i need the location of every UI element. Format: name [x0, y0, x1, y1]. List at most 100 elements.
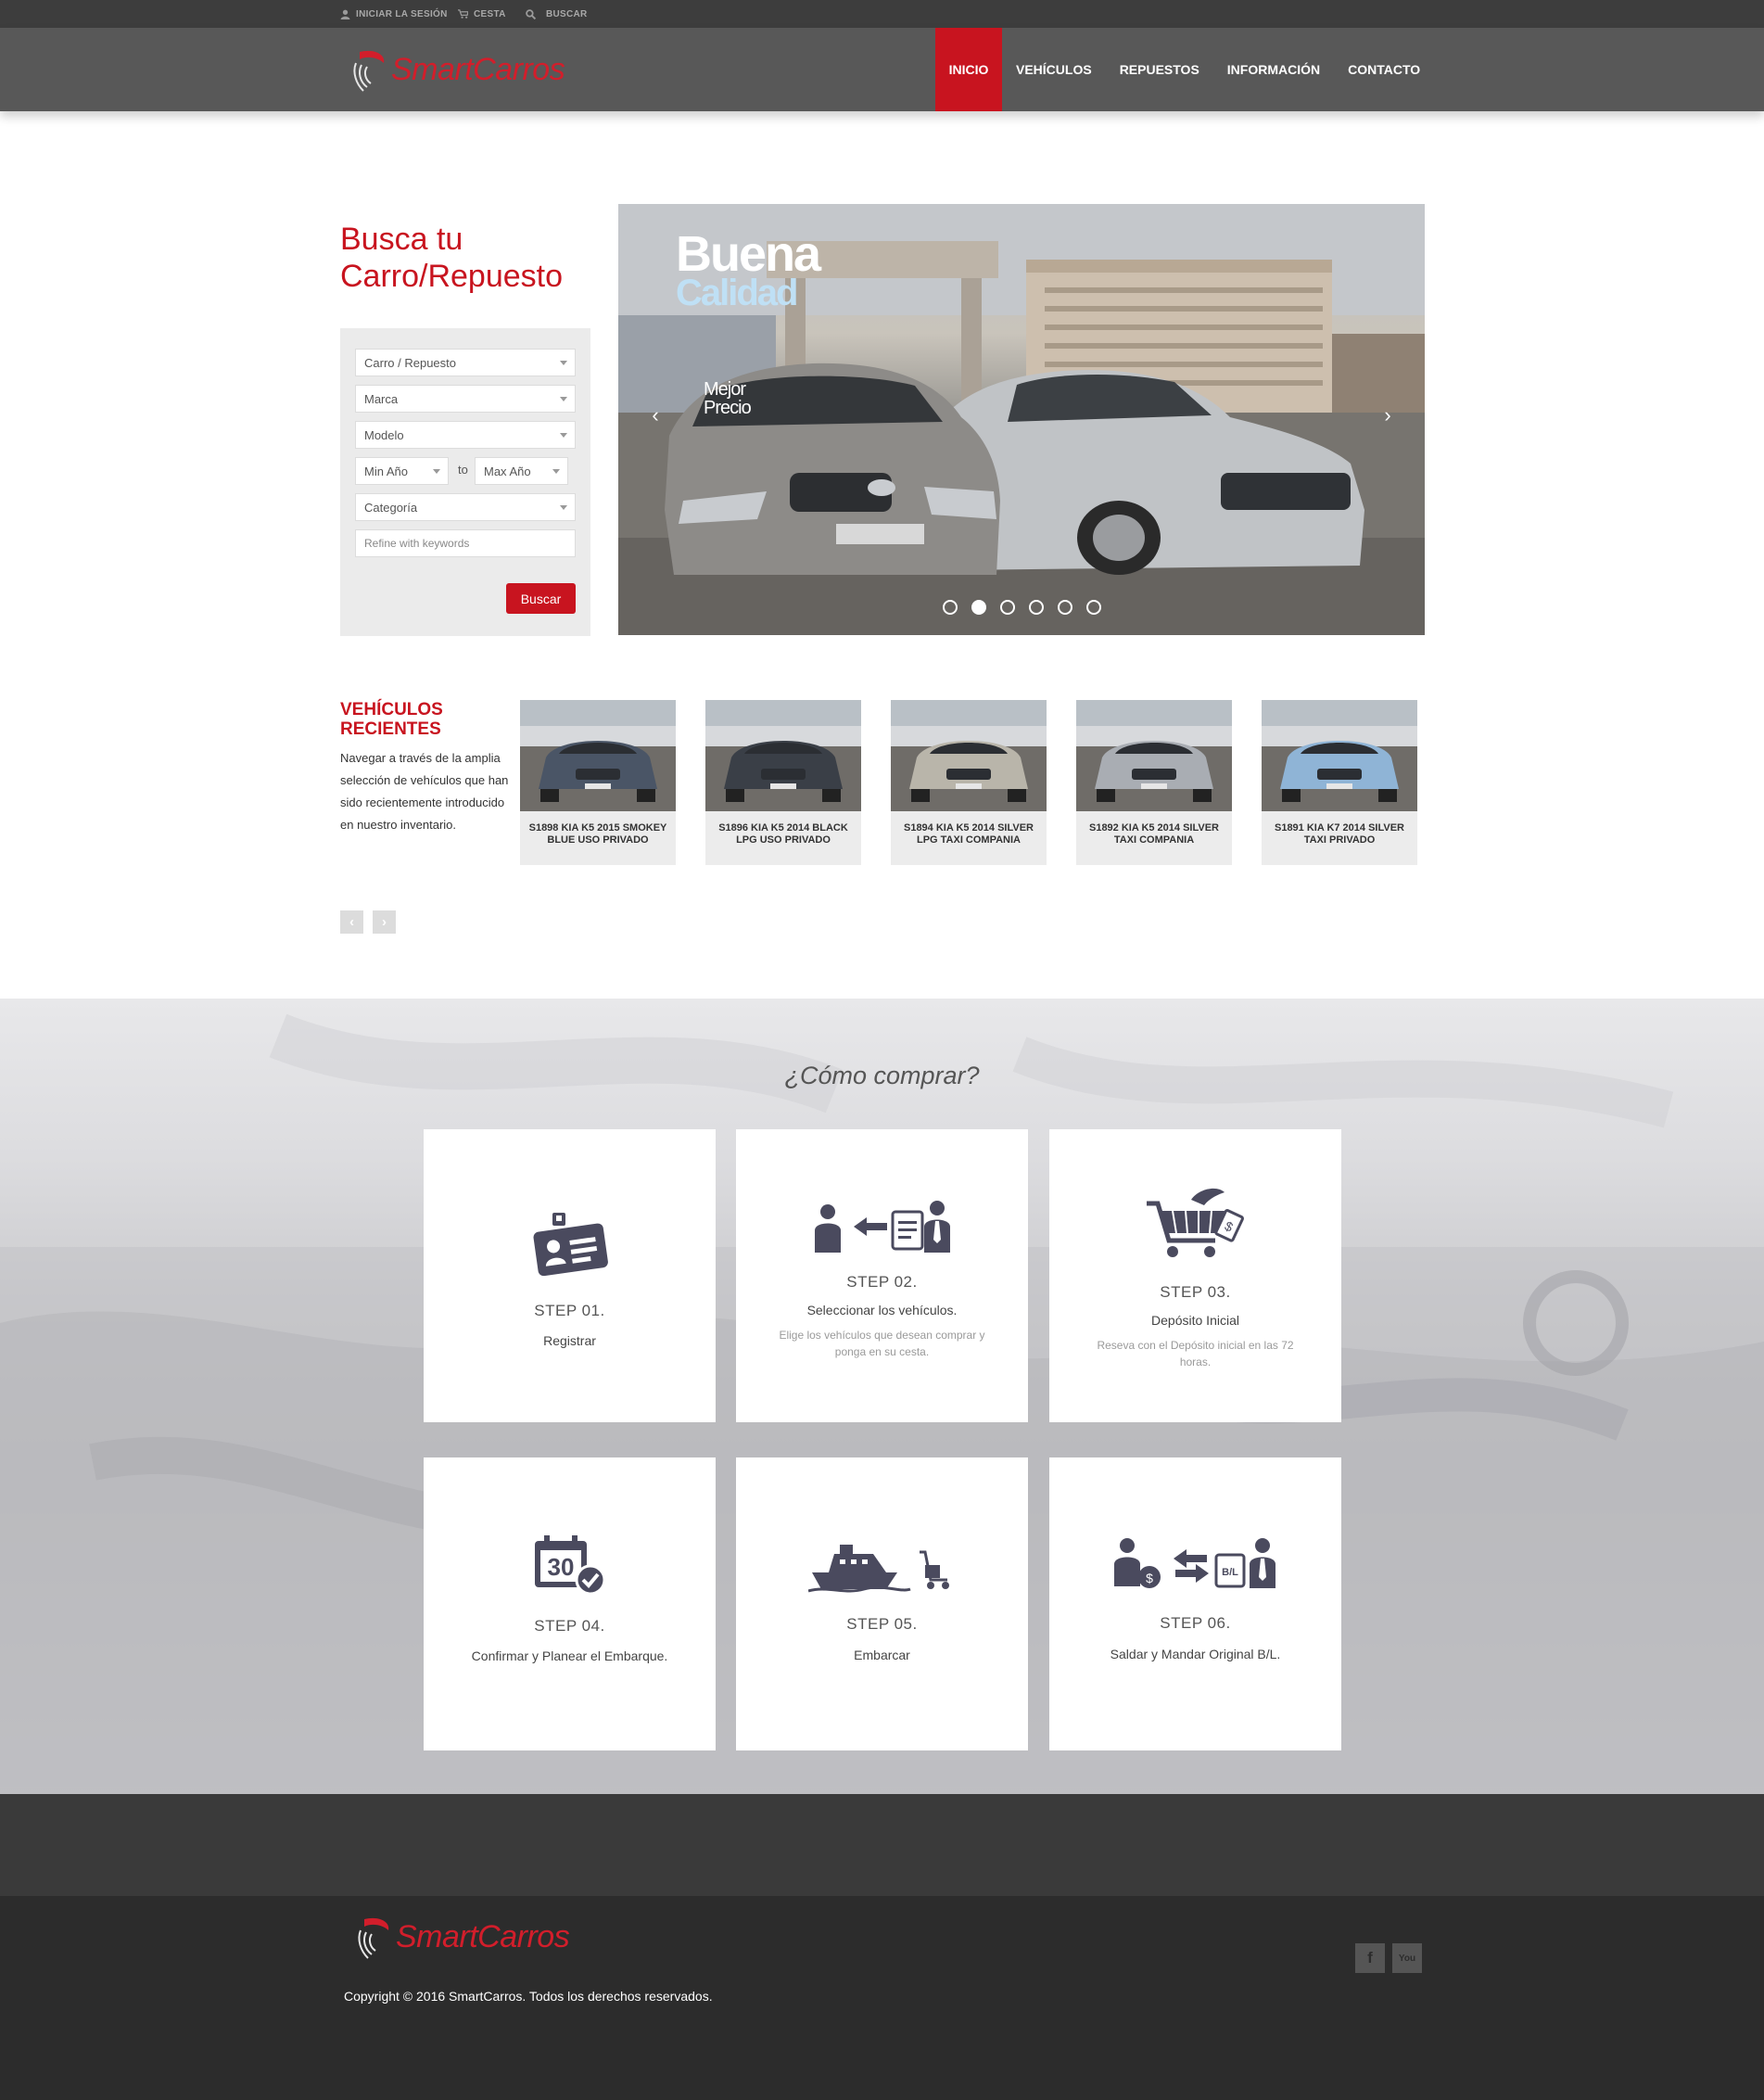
nav-inicio[interactable]: INICIO [935, 28, 1002, 111]
slider-dot[interactable] [1029, 600, 1044, 615]
cart-link[interactable]: CESTA [458, 0, 506, 28]
category-select[interactable]: Categoría [355, 493, 576, 521]
model-select[interactable]: Modelo [355, 421, 576, 449]
type-select-value: Carro / Repuesto [364, 355, 456, 370]
cart-icon [458, 8, 468, 19]
ship-icon [736, 1541, 1028, 1593]
slider-dot[interactable] [971, 600, 986, 615]
search-link[interactable]: BUSCAR [526, 0, 588, 28]
step-title: STEP 02. [846, 1273, 918, 1291]
slider-dot[interactable] [1086, 600, 1101, 615]
max-year-select[interactable]: Max Año [475, 457, 568, 485]
nav-contacto[interactable]: CONTACTO [1334, 28, 1434, 111]
logo-emblem-icon [353, 50, 385, 92]
step-note: Reseva con el Depósito inicial en las 72… [1097, 1339, 1294, 1368]
calendar-check-icon: 30 [424, 1534, 716, 1595]
facebook-glyph: f [1367, 1949, 1373, 1966]
slider-next-button[interactable]: › [1371, 399, 1404, 432]
step-subtitle: Seleccionar los vehículos. [806, 1303, 958, 1317]
search-submit-button[interactable]: Buscar [506, 583, 576, 614]
step-note: Elige los vehículos que desean comprar y… [779, 1329, 985, 1358]
carousel-prev-button[interactable]: ‹ [340, 910, 363, 934]
cart-label: CESTA [474, 8, 506, 19]
vehicle-card[interactable]: S1896 KIA K5 2014 BLACK LPG USO PRIVADO [705, 700, 861, 865]
step-title: STEP 03. [1160, 1283, 1231, 1301]
make-select[interactable]: Marca [355, 385, 576, 413]
site-footer [0, 1896, 1764, 2100]
hero-slider: Buena Calidad Mejor Precio ‹ › [618, 204, 1425, 635]
slider-dots [943, 600, 1101, 615]
year-range-to-label: to [458, 463, 468, 477]
vehicle-card[interactable]: S1898 KIA K5 2015 SMOKEY BLUE USO PRIVAD… [520, 700, 676, 865]
copyright-text: Copyright © 2016 SmartCarros. Todos los … [344, 1989, 713, 2004]
step-subtitle: Embarcar [854, 1648, 910, 1662]
slider-headline: Buena [676, 226, 821, 282]
chevron-down-icon [433, 469, 440, 474]
step-card-2: STEP 02. Seleccionar los vehículos. Elig… [736, 1129, 1028, 1422]
login-link[interactable]: INICIAR LA SESIÓN [340, 0, 448, 28]
nav-vehiculos[interactable]: VEHÍCULOS [1002, 28, 1106, 111]
step-subtitle: Registrar [543, 1333, 596, 1348]
vehicle-photo [705, 700, 861, 811]
footer-logo[interactable]: SmartCarros [355, 1912, 570, 1962]
youtube-icon[interactable]: You [1392, 1943, 1422, 1973]
svg-text:$: $ [1146, 1571, 1153, 1585]
keywords-input[interactable] [355, 529, 576, 557]
bill-of-lading-label: B/L [1222, 1567, 1238, 1578]
step-title: STEP 01. [534, 1302, 605, 1319]
login-label: INICIAR LA SESIÓN [356, 8, 448, 19]
chevron-down-icon [560, 397, 567, 401]
step-title: STEP 06. [1160, 1614, 1231, 1632]
vehicle-caption: S1896 KIA K5 2014 BLACK LPG USO PRIVADO [718, 822, 848, 846]
slider-dot[interactable] [1058, 600, 1072, 615]
logo-emblem-icon [358, 1917, 389, 1959]
step-subtitle: Confirmar y Planear el Embarque. [471, 1648, 668, 1663]
exchange-bl-icon: $ B/L [1049, 1536, 1341, 1590]
step-subtitle: Depósito Inicial [1151, 1313, 1239, 1328]
how-to-buy-title: ¿Cómo comprar? [784, 1062, 980, 1089]
slider-caption: Mejor Precio [704, 380, 752, 417]
step-title: STEP 05. [846, 1615, 918, 1633]
slider-prev-button[interactable]: ‹ [639, 399, 672, 432]
main-nav: INICIO VEHÍCULOS REPUESTOS INFORMACIÓN C… [935, 28, 1434, 111]
vehicle-caption: S1894 KIA K5 2014 SILVER LPG TAXI COMPAN… [903, 822, 1034, 846]
step-card-6: $ B/L STEP 06. Saldar y Mandar Original … [1049, 1457, 1341, 1750]
vehicle-photo [891, 700, 1047, 811]
vehicle-caption: S1898 KIA K5 2015 SMOKEY BLUE USO PRIVAD… [528, 822, 667, 846]
main-header: SmartCarros INICIO VEHÍCULOS REPUESTOS I… [0, 28, 1764, 111]
make-select-value: Marca [364, 391, 399, 406]
nav-informacion[interactable]: INFORMACIÓN [1213, 28, 1334, 111]
chevron-down-icon [560, 505, 567, 510]
top-utility-bar: INICIAR LA SESIÓN CESTA BUSCAR [0, 0, 1764, 28]
step-card-4: 30 STEP 04. Confirmar y Planear el Embar… [424, 1457, 716, 1750]
nav-repuestos[interactable]: REPUESTOS [1106, 28, 1213, 111]
id-card-icon [424, 1213, 716, 1279]
min-year-select[interactable]: Min Año [355, 457, 449, 485]
facebook-icon[interactable]: f [1355, 1943, 1385, 1973]
vehicle-photo [1262, 700, 1417, 811]
site-logo[interactable]: SmartCarros [350, 45, 565, 95]
vehicle-caption: S1892 KIA K5 2014 SILVER TAXI COMPANIA [1088, 822, 1219, 846]
model-select-value: Modelo [364, 427, 404, 442]
slider-dot[interactable] [1000, 600, 1015, 615]
vehicle-card[interactable]: S1892 KIA K5 2014 SILVER TAXI COMPANIA [1076, 700, 1232, 865]
step-title: STEP 04. [534, 1617, 605, 1635]
carousel-next-button[interactable]: › [373, 910, 396, 934]
vehicle-photo [520, 700, 676, 811]
search-label: BUSCAR [546, 8, 588, 19]
chevron-down-icon [560, 433, 567, 438]
search-title: Busca tu Carro/Repuesto [340, 222, 564, 294]
recent-vehicles-description: Navegar a través de la amplia selección … [340, 751, 509, 832]
logo-text: SmartCarros [396, 1918, 570, 1954]
select-vehicle-icon [736, 1199, 1028, 1254]
slider-dot[interactable] [943, 600, 958, 615]
vehicle-card[interactable]: S1894 KIA K5 2014 SILVER LPG TAXI COMPAN… [891, 700, 1047, 865]
logo-text: SmartCarros [391, 51, 565, 87]
max-year-value: Max Año [484, 464, 531, 478]
vehicle-caption: S1891 KIA K7 2014 SILVER TAXI PRIVADO [1274, 822, 1404, 846]
type-select[interactable]: Carro / Repuesto [355, 349, 576, 376]
search-icon [526, 8, 536, 19]
min-year-value: Min Año [364, 464, 408, 478]
step-card-3: $ STEP 03. Depósito Inicial Reseva con e… [1049, 1129, 1341, 1422]
vehicle-card[interactable]: S1891 KIA K7 2014 SILVER TAXI PRIVADO [1262, 700, 1417, 865]
